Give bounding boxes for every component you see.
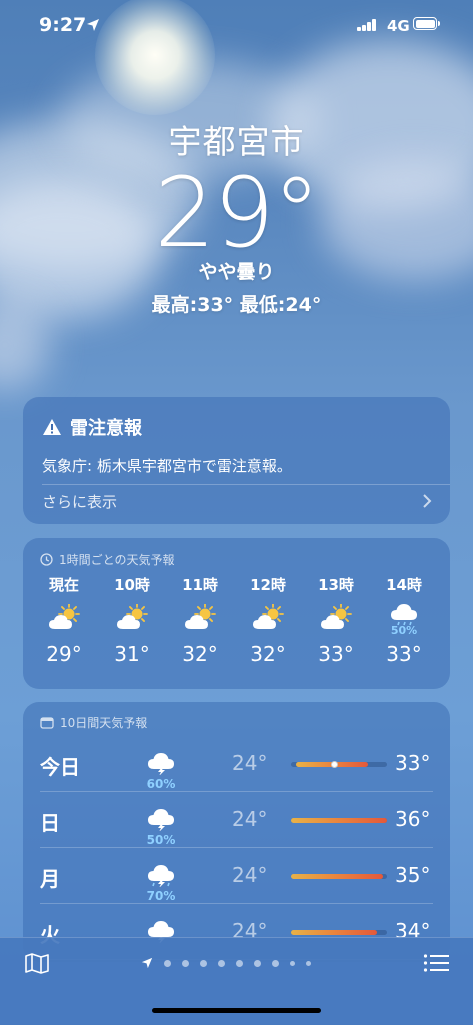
- network-type: 4G: [387, 17, 410, 35]
- hourly-item: 14時 50% 33°: [371, 574, 437, 666]
- daily-forecast-card[interactable]: 10日間天気予報 今日 60% 24° 33° 日 50% 24° 36° 月 …: [23, 702, 450, 962]
- daily-row[interactable]: 日 50% 24° 36°: [23, 793, 450, 848]
- page-dot[interactable]: [200, 959, 207, 967]
- rain-cloud-icon: 50%: [371, 594, 437, 642]
- battery-icon: [413, 17, 440, 30]
- partly-sunny-icon: [31, 594, 97, 642]
- location-arrow-icon[interactable]: [141, 957, 153, 969]
- daily-row[interactable]: 月 70% 24° 35°: [23, 849, 450, 904]
- hour-temp: 29°: [46, 642, 82, 666]
- partly-sunny-icon: [235, 594, 301, 642]
- temp-range-fill: [291, 818, 387, 823]
- current-temperature: 29°: [154, 157, 320, 269]
- hourly-item: 13時 33°: [303, 574, 369, 666]
- high-temp: 35°: [395, 863, 431, 887]
- calendar-icon: [40, 717, 54, 729]
- divider: [40, 847, 433, 848]
- hourly-item: 1 3: [439, 574, 450, 666]
- hourly-item: 11時 32°: [167, 574, 233, 666]
- page-dot[interactable]: [164, 959, 171, 967]
- hour-temp: 33°: [386, 642, 422, 666]
- low-temp: 24°: [232, 807, 268, 831]
- hourly-item: 10時 31°: [99, 574, 165, 666]
- high-low: 最高:33° 最低:24°: [151, 294, 322, 316]
- current-temp-dot: [330, 761, 338, 768]
- warning-triangle-icon: [43, 419, 61, 435]
- precip-chance: 70%: [146, 889, 176, 903]
- precip-chance: 50%: [146, 833, 176, 847]
- hour-label: 11時: [182, 576, 218, 594]
- hour-label: 12時: [250, 576, 286, 594]
- alert-text: 気象庁: 栃木県宇都宮市で雷注意報。: [42, 457, 292, 475]
- temp-range-fill: [291, 930, 378, 935]
- show-more-link[interactable]: さらに表示: [42, 491, 117, 512]
- hour-label: 14時: [386, 576, 422, 594]
- condition: やや曇り: [198, 261, 275, 283]
- thunderstorm-rain-icon: 70%: [141, 857, 181, 903]
- temp-range-bar: [291, 761, 387, 768]
- page-dot[interactable]: [218, 959, 225, 967]
- map-icon[interactable]: [24, 952, 50, 974]
- hour-temp: 32°: [250, 642, 286, 666]
- clock-icon: [40, 553, 53, 566]
- hour-temp: 3: [439, 642, 450, 666]
- hour-temp: 31°: [114, 642, 150, 666]
- partly-sunny-icon: [167, 594, 233, 642]
- low-temp: 24°: [232, 863, 268, 887]
- chevron-right-icon[interactable]: [422, 493, 432, 509]
- alert-title: 雷注意報: [70, 418, 142, 439]
- page-dot[interactable]: [272, 959, 279, 967]
- hour-temp: 33°: [318, 642, 354, 666]
- current-weather: 宇都宮市 29° やや曇り 最高:33° 最低:24°: [0, 115, 473, 317]
- page-dot[interactable]: [182, 959, 189, 967]
- precip-chance: 60%: [146, 777, 176, 791]
- partly-sunny-icon: [439, 594, 450, 642]
- page-dot[interactable]: [236, 959, 243, 967]
- thunderstorm-icon: 50%: [141, 801, 181, 847]
- hourly-item: 現在 29°: [31, 574, 97, 666]
- hour-label: 10時: [114, 576, 150, 594]
- hour-label: 現在: [48, 576, 79, 594]
- low-temp: 24°: [232, 751, 268, 775]
- partly-sunny-icon: [99, 594, 165, 642]
- temp-range-fill: [291, 874, 384, 879]
- hour-label: 1: [439, 574, 450, 594]
- thunderstorm-icon: 60%: [141, 745, 181, 791]
- hourly-title: 1時間ごとの天気予報: [59, 553, 175, 567]
- hour-temp: 32°: [182, 642, 218, 666]
- divider: [42, 484, 450, 485]
- precip-chance: 50%: [390, 624, 418, 637]
- partly-sunny-icon: [303, 594, 369, 642]
- day-label: 今日: [40, 755, 80, 779]
- temp-range-bar: [291, 874, 387, 879]
- location-arrow-icon: [87, 19, 99, 31]
- weather-alert-card[interactable]: 雷注意報 気象庁: 栃木県宇都宮市で雷注意報。 さらに表示: [23, 397, 450, 524]
- list-icon[interactable]: [423, 953, 449, 973]
- city-name: 宇都宮市: [168, 122, 305, 161]
- hourly-forecast-card[interactable]: 1時間ごとの天気予報 現在 29° 10時 31° 11時 32° 12時 32° 13…: [23, 538, 450, 689]
- day-label: 日: [40, 811, 60, 835]
- high-temp: 36°: [395, 807, 431, 831]
- page-dot[interactable]: [254, 959, 261, 967]
- temp-range-bar: [291, 930, 387, 935]
- clock: 9:27: [39, 14, 87, 36]
- high-temp: 33°: [395, 751, 431, 775]
- page-indicator[interactable]: [141, 957, 311, 969]
- temp-range-bar: [291, 818, 387, 823]
- day-label: 月: [40, 867, 60, 891]
- page-dot[interactable]: [290, 960, 295, 966]
- hour-label: 13時: [318, 576, 354, 594]
- page-dot[interactable]: [306, 960, 311, 966]
- divider: [40, 903, 433, 904]
- daily-title: 10日間天気予報: [60, 716, 148, 730]
- home-indicator[interactable]: [152, 1008, 321, 1013]
- daily-row[interactable]: 今日 60% 24° 33°: [23, 737, 450, 792]
- hourly-item: 12時 32°: [235, 574, 301, 666]
- signal-icon: [357, 19, 377, 31]
- divider: [40, 791, 433, 792]
- status-bar: 9:27 4G: [0, 0, 473, 54]
